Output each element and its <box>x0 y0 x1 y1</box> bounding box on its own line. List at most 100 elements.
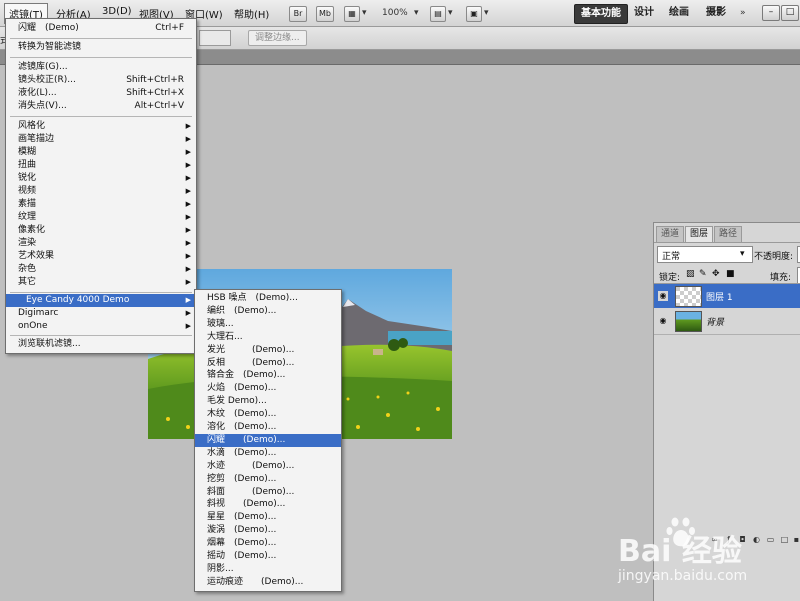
submenu-item-label: 玻璃... <box>207 318 234 329</box>
refine-edge-button[interactable]: 调整边缘... <box>248 30 307 46</box>
view-extras-icon[interactable]: ▦ <box>344 6 360 22</box>
chevron-down-icon[interactable]: ▾ <box>362 8 367 18</box>
menu-item-sharpen[interactable]: 锐化 ▶ <box>6 172 196 185</box>
workspace-design[interactable]: 设计 <box>628 4 660 22</box>
restore-icon[interactable]: □ <box>781 5 799 21</box>
submenu-item[interactable]: 漩涡 (Demo)... <box>195 524 341 537</box>
workspace-photography[interactable]: 摄影 <box>700 4 732 22</box>
submenu-item[interactable]: 摇动 (Demo)... <box>195 550 341 563</box>
submenu-arrow-icon: ▶ <box>185 296 191 304</box>
submenu-item[interactable]: 水滴 (Demo)... <box>195 447 341 460</box>
tab-paths[interactable]: 路径 <box>714 226 743 242</box>
submenu-item[interactable]: 斜视 (Demo)... <box>195 498 341 511</box>
submenu-item[interactable]: 木纹 (Demo)... <box>195 408 341 421</box>
arrange-documents-icon[interactable]: ▤ <box>430 6 446 22</box>
layer-thumbnail <box>675 286 702 307</box>
menu-separator <box>10 38 192 39</box>
submenu-arrow-icon: ▶ <box>185 135 191 143</box>
submenu-item[interactable]: 大理石... <box>195 331 341 344</box>
eye-candy-submenu: HSB 噪点 (Demo)... 编织 (Demo)... 玻璃... 大理石... 发… <box>194 289 342 592</box>
eye-icon[interactable]: ◉ <box>658 291 668 301</box>
submenu-item-label: 烟幕 (Demo)... <box>207 538 277 549</box>
menu-item-eye-candy[interactable]: Eye Candy 4000 Demo ▶ <box>6 294 196 307</box>
submenu-arrow-icon: ▶ <box>185 239 191 247</box>
tab-channels[interactable]: 通道 <box>656 226 685 242</box>
layer-row-layer1[interactable]: ◉ 图层 1 <box>654 284 800 308</box>
menu-item-pixelate[interactable]: 像素化 ▶ <box>6 224 196 237</box>
menu-item-distort[interactable]: 扭曲 ▶ <box>6 159 196 172</box>
submenu-arrow-icon: ▶ <box>185 187 191 195</box>
menu-item-other[interactable]: 其它 ▶ <box>6 276 196 289</box>
lock-transparency-icon[interactable]: ▨ <box>686 269 695 279</box>
lock-all-icon[interactable]: ■ <box>726 269 735 279</box>
menu-item-lens-correction[interactable]: 镜头校正(R)... Shift+Ctrl+R <box>6 74 196 87</box>
submenu-item-label: 斜面 (Demo)... <box>207 486 295 497</box>
submenu-item[interactable]: 毛发 Demo)... <box>195 395 341 408</box>
menu-item-digimarc[interactable]: Digimarc ▶ <box>6 307 196 320</box>
menu-item-sketch[interactable]: 素描 ▶ <box>6 198 196 211</box>
menu-item-video[interactable]: 视频 ▶ <box>6 185 196 198</box>
menu-item-brush-strokes[interactable]: 画笔描边 ▶ <box>6 133 196 146</box>
submenu-item[interactable]: 烟幕 (Demo)... <box>195 537 341 550</box>
submenu-item[interactable]: 闪耀 (Demo)... <box>195 433 341 447</box>
submenu-item[interactable]: 反相 (Demo)... <box>195 357 341 370</box>
workspace-painting[interactable]: 绘画 <box>663 4 695 22</box>
submenu-item[interactable]: 挖剪 (Demo)... <box>195 473 341 486</box>
menu-item-browse-online[interactable]: 浏览联机滤镜... <box>6 338 196 351</box>
submenu-arrow-icon: ▶ <box>185 309 191 317</box>
menu-3d[interactable]: 3D(D) <box>102 6 132 17</box>
fill-label: 填充: <box>770 273 792 283</box>
menu-item-stylize[interactable]: 风格化 ▶ <box>6 120 196 133</box>
submenu-item[interactable]: 编织 (Demo)... <box>195 305 341 318</box>
menu-item-convert-smart-filter[interactable]: 转换为智能滤镜 <box>6 41 196 54</box>
submenu-item[interactable]: 星星 (Demo)... <box>195 511 341 524</box>
submenu-item[interactable]: 溶化 (Demo)... <box>195 421 341 434</box>
layer-row-background[interactable]: ◉ 背景 <box>654 309 800 333</box>
submenu-item[interactable]: 运动痕迹 (Demo)... <box>195 576 341 589</box>
submenu-item[interactable]: 斜面 (Demo)... <box>195 486 341 499</box>
eye-icon[interactable]: ◉ <box>658 316 668 326</box>
menu-item-blur[interactable]: 模糊 ▶ <box>6 146 196 159</box>
blend-mode-select[interactable]: 正常 ▾ <box>657 246 753 263</box>
submenu-item[interactable]: 阴影... <box>195 563 341 576</box>
height-field[interactable] <box>199 30 231 46</box>
menu-item-liquify[interactable]: 液化(L)... Shift+Ctrl+X <box>6 87 196 100</box>
submenu-item[interactable]: 玻璃... <box>195 318 341 331</box>
lock-move-icon[interactable]: ✥ <box>712 269 720 279</box>
submenu-item[interactable]: 铬合金 (Demo)... <box>195 369 341 382</box>
menu-item-render[interactable]: 渲染 ▶ <box>6 237 196 250</box>
menu-item-vanishing-point[interactable]: 消失点(V)... Alt+Ctrl+V <box>6 100 196 113</box>
baidu-watermark: Bai 经验 jingyan.baidu.com <box>618 516 800 600</box>
submenu-item-label: 运动痕迹 (Demo)... <box>207 576 304 587</box>
more-workspaces-icon[interactable]: » <box>740 8 746 18</box>
mini-bridge-button[interactable]: Mb <box>316 6 334 22</box>
submenu-item[interactable]: HSB 噪点 (Demo)... <box>195 292 341 305</box>
menu-item-texture[interactable]: 纹理 ▶ <box>6 211 196 224</box>
chevron-down-icon[interactable]: ▾ <box>414 8 419 18</box>
bridge-button[interactable]: Br <box>289 6 307 22</box>
submenu-item[interactable]: 火焰 (Demo)... <box>195 382 341 395</box>
menu-item-filter-gallery[interactable]: 滤镜库(G)... <box>6 61 196 74</box>
submenu-item[interactable]: 发光 (Demo)... <box>195 344 341 357</box>
menu-item-artistic[interactable]: 艺术效果 ▶ <box>6 250 196 263</box>
workspace-essentials[interactable]: 基本功能 <box>574 4 628 24</box>
lock-brush-icon[interactable]: ✎ <box>699 269 707 279</box>
menu-item-onone[interactable]: onOne ▶ <box>6 320 196 333</box>
submenu-arrow-icon: ▶ <box>185 122 191 130</box>
chevron-down-icon[interactable]: ▾ <box>484 8 489 18</box>
menu-item-noise[interactable]: 杂色 ▶ <box>6 263 196 276</box>
minimize-icon[interactable]: – <box>762 5 780 21</box>
lock-label: 锁定: <box>659 273 681 283</box>
submenu-arrow-icon: ▶ <box>185 174 191 182</box>
screen-mode-icon[interactable]: ▣ <box>466 6 482 22</box>
watermark-url: jingyan.baidu.com <box>618 568 748 584</box>
submenu-arrow-icon: ▶ <box>185 161 191 169</box>
chevron-down-icon[interactable]: ▾ <box>448 8 453 18</box>
submenu-item-label: 毛发 Demo)... <box>207 396 267 407</box>
submenu-item[interactable]: 水迹 (Demo)... <box>195 460 341 473</box>
zoom-level[interactable]: 100% <box>382 8 408 18</box>
chevron-down-icon: ▾ <box>740 249 745 259</box>
menu-item-last-filter[interactable]: 闪耀 (Demo) Ctrl+F <box>6 22 196 35</box>
menu-help[interactable]: 帮助(H) <box>234 6 269 21</box>
tab-layers[interactable]: 图层 <box>685 226 714 242</box>
